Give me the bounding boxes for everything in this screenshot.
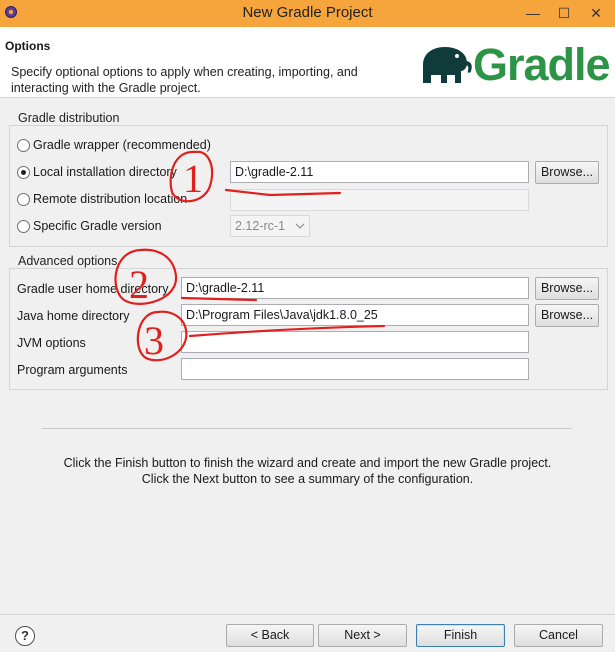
minimize-button[interactable]: —: [518, 0, 548, 27]
maximize-button[interactable]: ☐: [550, 0, 578, 27]
java-home-label: Java home directory: [17, 309, 130, 323]
page-title: Options: [5, 39, 51, 53]
jvm-options-label: JVM options: [17, 336, 86, 350]
radio-specific-version[interactable]: [17, 220, 30, 233]
radio-remote-distribution-label[interactable]: Remote distribution location: [33, 192, 187, 206]
help-button[interactable]: ?: [15, 626, 35, 646]
browse-gradle-home-button[interactable]: Browse...: [535, 277, 599, 300]
close-button[interactable]: ✕: [580, 0, 612, 27]
gradle-logo: Gradle: [417, 41, 613, 91]
radio-local-installation[interactable]: [17, 166, 30, 179]
distribution-group-label: Gradle distribution: [18, 111, 120, 125]
info-text: Click the Finish button to finish the wi…: [63, 456, 552, 486]
page-description: Specify optional options to apply when c…: [11, 65, 358, 95]
browse-java-home-button[interactable]: Browse...: [535, 304, 599, 327]
elephant-icon: [423, 47, 472, 83]
wizard-header: Options Specify optional options to appl…: [0, 27, 615, 98]
program-arguments-input[interactable]: [181, 358, 529, 380]
java-home-input[interactable]: D:\Program Files\Java\jdk1.8.0_25: [181, 304, 529, 326]
radio-specific-version-label[interactable]: Specific Gradle version: [33, 219, 162, 233]
title-bar: New Gradle Project — ☐ ✕: [0, 0, 615, 27]
jvm-options-input[interactable]: [181, 331, 529, 353]
browse-local-button[interactable]: Browse...: [535, 161, 599, 184]
button-bar-separator: [0, 614, 615, 615]
version-select-value: 2.12-rc-1: [235, 219, 286, 233]
finish-button[interactable]: Finish: [416, 624, 505, 647]
radio-remote-distribution[interactable]: [17, 193, 30, 206]
gradle-user-home-label: Gradle user home directory: [17, 282, 169, 296]
version-select[interactable]: 2.12-rc-1: [230, 215, 310, 237]
radio-wrapper-label[interactable]: Gradle wrapper (recommended): [33, 138, 211, 152]
local-installation-input[interactable]: D:\gradle-2.11: [230, 161, 529, 183]
advanced-group-label: Advanced options: [18, 254, 118, 268]
chevron-down-icon: [295, 223, 305, 229]
radio-wrapper[interactable]: [17, 139, 30, 152]
help-icon: ?: [21, 628, 29, 643]
back-button[interactable]: < Back: [226, 624, 314, 647]
logo-text: Gradle: [473, 39, 611, 90]
radio-local-installation-label[interactable]: Local installation directory: [33, 165, 177, 179]
remote-distribution-input[interactable]: [230, 189, 529, 211]
gradle-user-home-input[interactable]: D:\gradle-2.11: [181, 277, 529, 299]
info-separator: [42, 428, 572, 429]
next-button[interactable]: Next >: [318, 624, 407, 647]
cancel-button[interactable]: Cancel: [514, 624, 603, 647]
program-arguments-label: Program arguments: [17, 363, 128, 377]
